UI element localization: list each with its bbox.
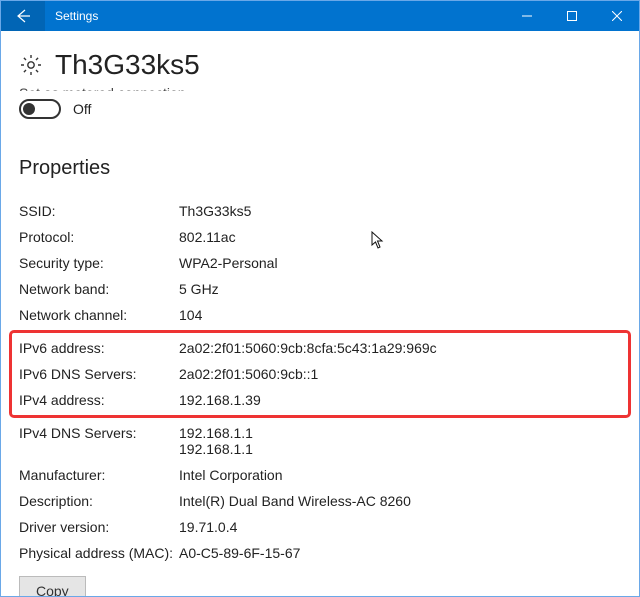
minimize-icon (522, 11, 532, 21)
toggle-knob-icon (23, 103, 35, 115)
arrow-left-icon (15, 8, 31, 24)
properties-heading: Properties (19, 157, 621, 180)
prop-row-band: Network band: 5 GHz (19, 276, 621, 302)
close-icon (612, 11, 622, 21)
close-button[interactable] (594, 1, 639, 31)
prop-label: Security type: (19, 255, 179, 271)
prop-label: Protocol: (19, 229, 179, 245)
prop-row-channel: Network channel: 104 (19, 302, 621, 328)
prop-label: Network band: (19, 281, 179, 297)
network-name: Th3G33ks5 (55, 49, 200, 81)
prop-row-security: Security type: WPA2-Personal (19, 250, 621, 276)
back-button[interactable] (1, 1, 45, 31)
prop-value: Intel(R) Dual Band Wireless-AC 8260 (179, 493, 621, 509)
prop-row-protocol: Protocol: 802.11ac (19, 224, 621, 250)
window-title: Settings (45, 9, 504, 23)
prop-value: 104 (179, 307, 621, 323)
prop-value: A0-C5-89-6F-15-67 (179, 545, 621, 561)
prop-row-ipv6: IPv6 address: 2a02:2f01:5060:9cb:8cfa:5c… (19, 335, 621, 361)
prop-value: 192.168.1.1 192.168.1.1 (179, 425, 621, 457)
prop-value: WPA2-Personal (179, 255, 621, 271)
prop-row-ipv4dns: IPv4 DNS Servers: 192.168.1.1 192.168.1.… (19, 420, 621, 462)
metered-toggle[interactable] (19, 99, 61, 119)
prop-label: SSID: (19, 203, 179, 219)
prop-label: Driver version: (19, 519, 179, 535)
prop-value: 2a02:2f01:5060:9cb:8cfa:5c43:1a29:969c (179, 340, 621, 356)
prop-row-manufacturer: Manufacturer: Intel Corporation (19, 462, 621, 488)
copy-button[interactable]: Copy (19, 576, 86, 596)
properties-table: SSID: Th3G33ks5 Protocol: 802.11ac Secur… (19, 198, 621, 566)
prop-value: 5 GHz (179, 281, 621, 297)
prop-value: Intel Corporation (179, 467, 621, 483)
prop-row-ipv4: IPv4 address: 192.168.1.39 (19, 387, 621, 413)
content-area: Th3G33ks5 Set as metered connection Off … (1, 31, 639, 596)
highlight-annotation: IPv6 address: 2a02:2f01:5060:9cb:8cfa:5c… (9, 330, 631, 418)
prop-row-mac: Physical address (MAC): A0-C5-89-6F-15-6… (19, 540, 621, 566)
titlebar: Settings (1, 1, 639, 31)
metered-label-cutoff: Set as metered connection (19, 85, 621, 91)
prop-label: IPv6 address: (19, 340, 179, 356)
metered-toggle-state: Off (73, 101, 91, 117)
page-header: Th3G33ks5 (19, 31, 621, 81)
prop-value: Th3G33ks5 (179, 203, 621, 219)
window-controls (504, 1, 639, 31)
prop-label: IPv4 DNS Servers: (19, 425, 179, 457)
prop-label: IPv6 DNS Servers: (19, 366, 179, 382)
prop-label: Physical address (MAC): (19, 545, 179, 561)
prop-value: 19.71.0.4 (179, 519, 621, 535)
prop-label: Description: (19, 493, 179, 509)
minimize-button[interactable] (504, 1, 549, 31)
metered-toggle-row: Off (19, 99, 621, 119)
prop-value: 2a02:2f01:5060:9cb::1 (179, 366, 621, 382)
prop-label: IPv4 address: (19, 392, 179, 408)
prop-value: 192.168.1.39 (179, 392, 621, 408)
gear-icon (19, 53, 43, 77)
prop-row-description: Description: Intel(R) Dual Band Wireless… (19, 488, 621, 514)
maximize-button[interactable] (549, 1, 594, 31)
prop-label: Network channel: (19, 307, 179, 323)
prop-value: 802.11ac (179, 229, 621, 245)
prop-label: Manufacturer: (19, 467, 179, 483)
prop-row-ipv6dns: IPv6 DNS Servers: 2a02:2f01:5060:9cb::1 (19, 361, 621, 387)
prop-row-ssid: SSID: Th3G33ks5 (19, 198, 621, 224)
prop-row-driver: Driver version: 19.71.0.4 (19, 514, 621, 540)
maximize-icon (567, 11, 577, 21)
